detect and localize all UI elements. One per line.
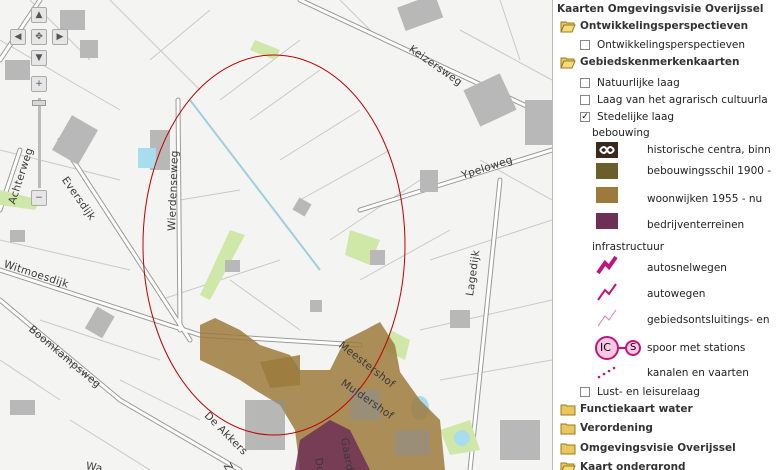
local-road-line-icon: [597, 309, 617, 327]
pan-center-button[interactable]: ✥: [31, 29, 47, 45]
group-label: Functiekaart water: [580, 403, 693, 415]
legend-label: gebiedsontsluitings- en: [647, 314, 770, 326]
pan-right-button[interactable]: ▶: [52, 29, 68, 45]
station-ic-label: IC: [600, 341, 611, 354]
legend-swatch: [596, 187, 618, 203]
layer-agrarisch-cultuurlandschap[interactable]: Laag van het agrarisch cultuurla: [580, 92, 768, 108]
layer-checkbox-checked[interactable]: ✓: [580, 112, 590, 122]
group-label: Omgevingsvisie Overijssel: [580, 442, 736, 454]
layer-stedelijke-laag[interactable]: ✓ Stedelijke laag: [580, 109, 674, 125]
layer-label: Laag van het agrarisch cultuurla: [597, 94, 768, 106]
canal-line-icon: [597, 366, 616, 379]
legend-label: woonwijken 1955 - nu: [647, 193, 763, 205]
legend-label: bedrijventerreinen: [647, 219, 745, 231]
open-folder-icon: [560, 462, 576, 470]
zoom-in-button[interactable]: +: [31, 76, 47, 92]
layer-checkbox[interactable]: [580, 95, 590, 105]
folder-icon: [560, 443, 576, 454]
group-label: Kaart ondergrond: [580, 461, 686, 470]
legend-swatch: [596, 213, 618, 229]
group-functiekaart-water[interactable]: Functiekaart water: [560, 401, 693, 417]
zoom-slider-track[interactable]: [38, 98, 41, 188]
group-gebiedskenmerkenkaarten[interactable]: Gebiedskenmerkenkaarten: [560, 54, 740, 70]
layer-checkbox[interactable]: [580, 40, 590, 50]
layer-label: Ontwikkelingsperspectieven: [597, 39, 746, 51]
legend-heading-infrastructuur: infrastructuur: [592, 241, 665, 253]
group-label: Gebiedskenmerkenkaarten: [580, 56, 740, 68]
station-s-label: S: [630, 342, 637, 353]
legend-label: autowegen: [647, 288, 706, 300]
historic-centre-swatch-icon: [596, 142, 618, 158]
group-verordening[interactable]: Verordening: [560, 420, 653, 436]
layer-panel: Kaarten Omgevingsvisie Overijssel Ontwik…: [552, 0, 776, 470]
layer-natuurlijke-laag[interactable]: Natuurlijke laag: [580, 75, 680, 91]
road-label-wa: Wa: [84, 460, 104, 470]
open-folder-icon: [560, 21, 576, 32]
road-label-do: Do: [312, 456, 327, 470]
map-view[interactable]: Keizersweg Ypeloweg Lagedijk Wierdensewe…: [0, 0, 552, 470]
layer-ontwikkelingsperspectieven[interactable]: Ontwikkelingsperspectieven: [580, 37, 745, 53]
pan-up-button[interactable]: ▲: [31, 7, 47, 23]
group-ontwikkelingsperspectieven[interactable]: Ontwikkelingsperspectieven: [560, 18, 748, 34]
legend-swatch: [596, 163, 618, 179]
folder-icon: [560, 423, 576, 434]
layer-label: Lust- en leisurelaag: [597, 386, 700, 398]
highway-line-icon: [597, 283, 617, 301]
group-label: Verordening: [580, 422, 653, 434]
zoom-out-button[interactable]: −: [31, 190, 47, 206]
motorway-line-icon: [596, 255, 618, 275]
legend-label: historische centra, binn: [647, 144, 771, 156]
folder-icon: [560, 404, 576, 415]
pan-left-button[interactable]: ◀: [10, 29, 26, 45]
map-canvas: [0, 0, 552, 470]
legend-heading-bebouwing: bebouwing: [592, 127, 650, 139]
legend-label: bebouwingsschil 1900 -: [647, 165, 772, 177]
zoom-slider-thumb[interactable]: [32, 100, 46, 106]
panel-title: Kaarten Omgevingsvisie Overijssel: [557, 3, 764, 15]
legend-label: kanalen en vaarten: [647, 367, 749, 379]
group-kaart-ondergrond[interactable]: Kaart ondergrond: [560, 459, 686, 470]
legend-label: autosnelwegen: [647, 262, 727, 274]
pan-down-button[interactable]: ▼: [31, 50, 47, 66]
layer-checkbox[interactable]: [580, 78, 590, 88]
layer-label: Natuurlijke laag: [597, 77, 680, 89]
legend-label: spoor met stations: [647, 342, 746, 354]
group-omgevingsvisie[interactable]: Omgevingsvisie Overijssel: [560, 440, 736, 456]
layer-checkbox[interactable]: [580, 387, 590, 397]
open-folder-icon: [560, 57, 576, 68]
layer-lust-leisure[interactable]: Lust- en leisurelaag: [580, 384, 700, 400]
layer-label: Stedelijke laag: [597, 111, 675, 123]
group-label: Ontwikkelingsperspectieven: [580, 20, 749, 32]
